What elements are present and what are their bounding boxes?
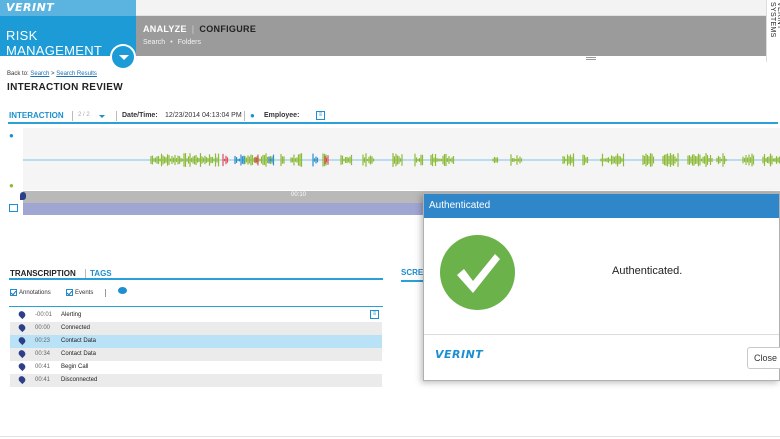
- sub-nav: Search • Folders: [143, 39, 201, 46]
- audio-waveform[interactable]: [23, 128, 780, 190]
- module-menu-toggle[interactable]: [110, 44, 136, 70]
- nav-main: ANALYZE | CONFIGURE: [143, 24, 256, 34]
- breadcrumb-search-link[interactable]: Search: [30, 71, 49, 77]
- agent-person-icon: ●: [9, 131, 14, 140]
- event-row[interactable]: 00:41 Disconnected: [10, 374, 382, 387]
- event-label: Begin Call: [61, 364, 89, 370]
- events-label: Events: [75, 290, 94, 297]
- event-label: Contact Data: [61, 351, 97, 357]
- event-time: 00:00: [35, 325, 51, 331]
- event-time: -00:01: [35, 312, 53, 318]
- events-filter[interactable]: Events: [66, 289, 93, 296]
- comment-bubble-icon[interactable]: [118, 287, 127, 294]
- dialog-message: Authenticated.: [612, 265, 683, 277]
- tab-screen[interactable]: SCRE: [401, 268, 423, 277]
- divider: [105, 289, 106, 297]
- side-brand: VERINT SYSTEMS: [766, 0, 780, 62]
- event-label: Alerting: [61, 312, 82, 318]
- playhead-marker[interactable]: [20, 192, 26, 200]
- nav-analyze[interactable]: ANALYZE: [143, 24, 187, 34]
- event-time: 00:23: [35, 338, 51, 344]
- page: VERINT RISK MANAGEMENT ANALYZE | CONFIGURE…: [0, 0, 780, 439]
- edit-icon[interactable]: ≡: [316, 111, 325, 120]
- events-checkbox[interactable]: [66, 289, 73, 296]
- divider: [424, 334, 779, 335]
- subnav-folders[interactable]: Folders: [178, 39, 201, 46]
- event-row[interactable]: -00:01 Alerting ≡: [10, 309, 382, 322]
- resize-grip-icon[interactable]: [586, 57, 596, 60]
- datetime-label: Date/Time:: [122, 112, 158, 119]
- tab-transcription[interactable]: TRANSCRIPTION: [10, 269, 76, 278]
- chevron-down-icon: [119, 55, 129, 60]
- dialog-title: Authenticated: [429, 200, 491, 211]
- interaction-bar: INTERACTION 2 / 2 Date/Time: 12/23/2014 …: [8, 110, 778, 124]
- side-brand-text: VERINT SYSTEMS: [769, 2, 780, 38]
- subnav-search[interactable]: Search: [143, 39, 165, 46]
- location-pin-icon: [17, 348, 27, 359]
- event-row[interactable]: 00:23 Contact Data: [10, 335, 382, 348]
- event-label: Connected: [61, 325, 91, 331]
- breadcrumb-results-link[interactable]: Search Results: [56, 71, 97, 77]
- main-nav: ANALYZE | CONFIGURE Search • Folders: [136, 16, 766, 56]
- event-time: 00:34: [35, 351, 51, 357]
- checkmark-icon: [440, 235, 515, 310]
- event-label: Contact Data: [61, 338, 97, 344]
- event-time: 00:41: [35, 364, 51, 370]
- chevron-down-icon[interactable]: [99, 115, 105, 118]
- dialog-header: Authenticated: [424, 194, 779, 218]
- interaction-tab[interactable]: INTERACTION: [9, 111, 64, 120]
- event-row[interactable]: 00:34 Contact Data: [10, 348, 382, 361]
- divider: [401, 280, 423, 282]
- checkmark-svg: [457, 254, 500, 293]
- timeline-tick: 00:10: [291, 192, 307, 198]
- interaction-pager: 2 / 2: [78, 112, 90, 118]
- page-title: INTERACTION REVIEW: [7, 82, 123, 93]
- event-row[interactable]: 00:00 Connected: [10, 322, 382, 335]
- location-pin-icon: [17, 361, 27, 372]
- top-strip: [136, 0, 766, 16]
- divider: [244, 111, 245, 121]
- divider: [72, 111, 73, 121]
- location-pin-icon: [17, 335, 27, 346]
- transcription-tabs: TRANSCRIPTION TAGS: [9, 268, 383, 280]
- datetime-value: 12/23/2014 04:13:04 PM: [165, 112, 242, 119]
- event-time: 00:41: [35, 377, 51, 383]
- breadcrumb: Back to: Search > Search Results: [7, 71, 97, 77]
- location-pin-icon: [17, 309, 27, 320]
- employee-label: Employee:: [264, 112, 300, 119]
- nav-configure[interactable]: CONFIGURE: [199, 24, 256, 34]
- tab-tags[interactable]: TAGS: [85, 269, 112, 278]
- divider: [9, 306, 383, 307]
- screen-icon: [9, 204, 18, 212]
- divider: [116, 111, 117, 121]
- annotations-label: Annotations: [19, 290, 51, 297]
- breadcrumb-gt: >: [51, 71, 55, 77]
- annotations-filter[interactable]: Annotations: [10, 289, 51, 296]
- location-pin-icon: [17, 374, 27, 385]
- location-pin-icon: [17, 322, 27, 333]
- authenticated-dialog: Authenticated Authenticated. VERINT Clos…: [423, 193, 780, 381]
- breadcrumb-prefix: Back to:: [7, 71, 29, 77]
- verint-footer-logo: VERINT: [435, 348, 484, 361]
- waveform-svg: [23, 153, 780, 167]
- nav-separator: |: [191, 24, 195, 34]
- subnav-dot: •: [170, 39, 173, 46]
- customer-person-icon: ●: [9, 181, 14, 190]
- event-label: Disconnected: [61, 377, 98, 383]
- edit-icon[interactable]: ≡: [370, 310, 379, 319]
- person-icon: ●: [250, 111, 255, 120]
- close-button[interactable]: Close: [747, 347, 780, 369]
- verint-logo: VERINT: [6, 1, 55, 14]
- annotations-checkbox[interactable]: [10, 289, 17, 296]
- divider: [0, 436, 780, 437]
- logo-strip: VERINT: [0, 0, 136, 16]
- event-row[interactable]: 00:41 Begin Call: [10, 361, 382, 374]
- event-list: -00:01 Alerting ≡ 00:00 Connected 00:23 Contac…: [10, 309, 382, 387]
